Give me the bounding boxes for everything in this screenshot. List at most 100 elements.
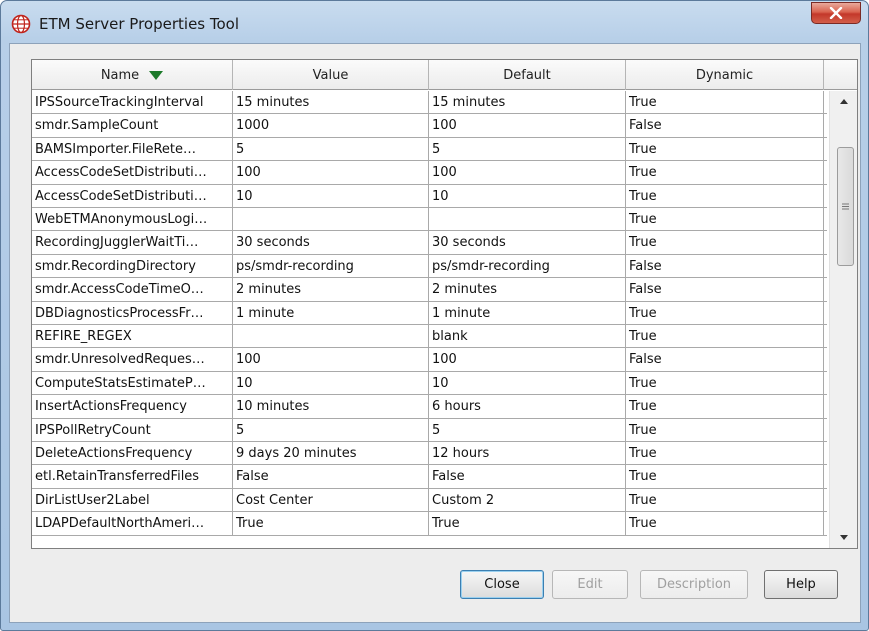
cell-dynamic: True: [626, 91, 824, 114]
column-header-default[interactable]: Default: [429, 60, 626, 90]
close-button[interactable]: Close: [460, 570, 544, 599]
window-title: ETM Server Properties Tool: [39, 15, 240, 33]
cell-name: AccessCodeSetDistributi…: [32, 161, 233, 185]
dialog-content: Name Value Default Dynamic IPSSourceTrac…: [9, 43, 861, 623]
table-row[interactable]: etl.RetainTransferredFiles False False True: [32, 465, 827, 489]
cell-dynamic: True: [626, 465, 824, 489]
table-row[interactable]: DBDiagnosticsProcessFr… 1 minute 1 minute T…: [32, 301, 827, 325]
table-row[interactable]: RecordingJugglerWaitTi… 30 seconds 30 seco…: [32, 231, 827, 255]
table-row[interactable]: InsertActionsFrequency 10 minutes 6 hours T…: [32, 395, 827, 419]
table-row[interactable]: BAMSImporter.FileRete… 5 5 True: [32, 137, 827, 162]
table-row[interactable]: DeleteActionsFrequency 9 days 20 minutes 1…: [32, 442, 827, 466]
cell-name: DBDiagnosticsProcessFr…: [32, 301, 233, 325]
table-row[interactable]: LDAPDefaultNorthAmeri… True True True: [32, 512, 827, 536]
cell-default: 100: [429, 348, 626, 372]
properties-window: ETM Server Properties Tool Name Value De…: [0, 0, 869, 631]
help-button[interactable]: Help: [764, 570, 838, 599]
cell-value: 10: [233, 184, 429, 208]
cell-value: 5: [233, 137, 429, 161]
cell-dynamic: False: [626, 348, 824, 372]
description-button[interactable]: Description: [640, 570, 748, 599]
cell-default: 100: [429, 114, 626, 138]
cell-dynamic: True: [626, 488, 824, 512]
scroll-up-button[interactable]: [830, 91, 857, 111]
cell-dynamic: True: [626, 161, 824, 185]
cell-name: InsertActionsFrequency: [32, 395, 233, 419]
cell-name: DirListUser2Label: [32, 488, 233, 512]
cell-default: 10: [429, 184, 626, 208]
cell-default: True: [429, 512, 626, 536]
arrow-up-icon: [840, 98, 848, 104]
cell-value: [233, 208, 429, 231]
table-row[interactable]: DirListUser2Label Cost Center Custom 2 True: [32, 488, 827, 513]
cell-value: 15 minutes: [233, 91, 429, 114]
cell-dynamic: True: [626, 512, 824, 536]
cell-default: ps/smdr-recording: [429, 254, 626, 278]
cell-default: 2 minutes: [429, 278, 626, 302]
cell-dynamic: True: [626, 325, 824, 348]
table-row[interactable]: IPSPollRetryCount 5 5 True: [32, 418, 827, 442]
cell-value: 10 minutes: [233, 395, 429, 419]
cell-name: IPSSourceTrackingInterval: [32, 91, 233, 114]
scrollbar-thumb[interactable]: [837, 147, 854, 266]
table-row[interactable]: IPSSourceTrackingInterval 15 minutes 15 mi…: [32, 91, 827, 115]
table-row[interactable]: smdr.AccessCodeTimeO… 2 minutes 2 minutes F…: [32, 278, 827, 302]
cell-default: 12 hours: [429, 442, 626, 465]
cell-value: 2 minutes: [233, 278, 429, 302]
table-row[interactable]: ComputeStatsEstimateP… 10 10 True: [32, 371, 827, 396]
cell-dynamic: True: [626, 442, 824, 465]
cell-dynamic: False: [626, 278, 824, 302]
table-row[interactable]: WebETMAnonymousLogi… True: [32, 208, 827, 232]
properties-table: Name Value Default Dynamic IPSSourceTrac…: [31, 59, 858, 549]
cell-default: 15 minutes: [429, 91, 626, 114]
table-row[interactable]: smdr.UnresolvedReques… 100 100 False: [32, 348, 827, 372]
column-header-label: Default: [503, 67, 551, 83]
table-row[interactable]: AccessCodeSetDistributi… 100 100 True: [32, 161, 827, 185]
cell-name: AccessCodeSetDistributi…: [32, 184, 233, 208]
edit-button[interactable]: Edit: [552, 570, 628, 599]
window-close-button[interactable]: [811, 2, 861, 24]
table-row[interactable]: REFIRE_REGEX blank True: [32, 325, 827, 349]
cell-value: 5: [233, 418, 429, 442]
column-header-label: Dynamic: [695, 67, 754, 83]
column-header-dynamic[interactable]: Dynamic: [626, 60, 824, 90]
cell-value: False: [233, 465, 429, 489]
column-header-value[interactable]: Value: [233, 60, 429, 90]
vertical-scrollbar[interactable]: [829, 91, 857, 548]
cell-name: WebETMAnonymousLogi…: [32, 208, 233, 231]
table-row[interactable]: smdr.RecordingDirectory ps/smdr-recording…: [32, 254, 827, 279]
cell-name: DeleteActionsFrequency: [32, 442, 233, 465]
cell-dynamic: True: [626, 418, 824, 442]
close-icon: [829, 7, 843, 19]
column-header-name[interactable]: Name: [32, 60, 233, 90]
cell-dynamic: True: [626, 137, 824, 161]
cell-value: 1 minute: [233, 301, 429, 325]
column-header-label: Value: [312, 67, 349, 83]
arrow-down-icon: [840, 534, 848, 540]
cell-dynamic: True: [626, 184, 824, 208]
cell-name: RecordingJugglerWaitTi…: [32, 231, 233, 255]
cell-value: 100: [233, 348, 429, 372]
cell-dynamic: True: [626, 208, 824, 231]
cell-value: Cost Center: [233, 488, 429, 512]
cell-default: 1 minute: [429, 301, 626, 325]
cell-name: BAMSImporter.FileRete…: [32, 137, 233, 161]
cell-value: 10: [233, 371, 429, 395]
table-row[interactable]: smdr.SampleCount 1000 100 False: [32, 114, 827, 138]
cell-name: ComputeStatsEstimateP…: [32, 371, 233, 395]
cell-name: IPSPollRetryCount: [32, 418, 233, 442]
table-row[interactable]: AccessCodeSetDistributi… 10 10 True: [32, 184, 827, 208]
cell-name: REFIRE_REGEX: [32, 325, 233, 348]
cell-name: smdr.UnresolvedReques…: [32, 348, 233, 372]
globe-icon: [11, 14, 31, 34]
table-header: Name Value Default Dynamic: [32, 60, 857, 90]
cell-default: 5: [429, 418, 626, 442]
cell-default: Custom 2: [429, 488, 626, 512]
cell-value: 9 days 20 minutes: [233, 442, 429, 465]
cell-default: 10: [429, 371, 626, 395]
cell-default: 100: [429, 161, 626, 185]
column-header-label: Name: [100, 67, 140, 83]
scroll-down-button[interactable]: [830, 527, 857, 547]
cell-value: ps/smdr-recording: [233, 254, 429, 278]
title-bar[interactable]: ETM Server Properties Tool: [1, 1, 868, 43]
